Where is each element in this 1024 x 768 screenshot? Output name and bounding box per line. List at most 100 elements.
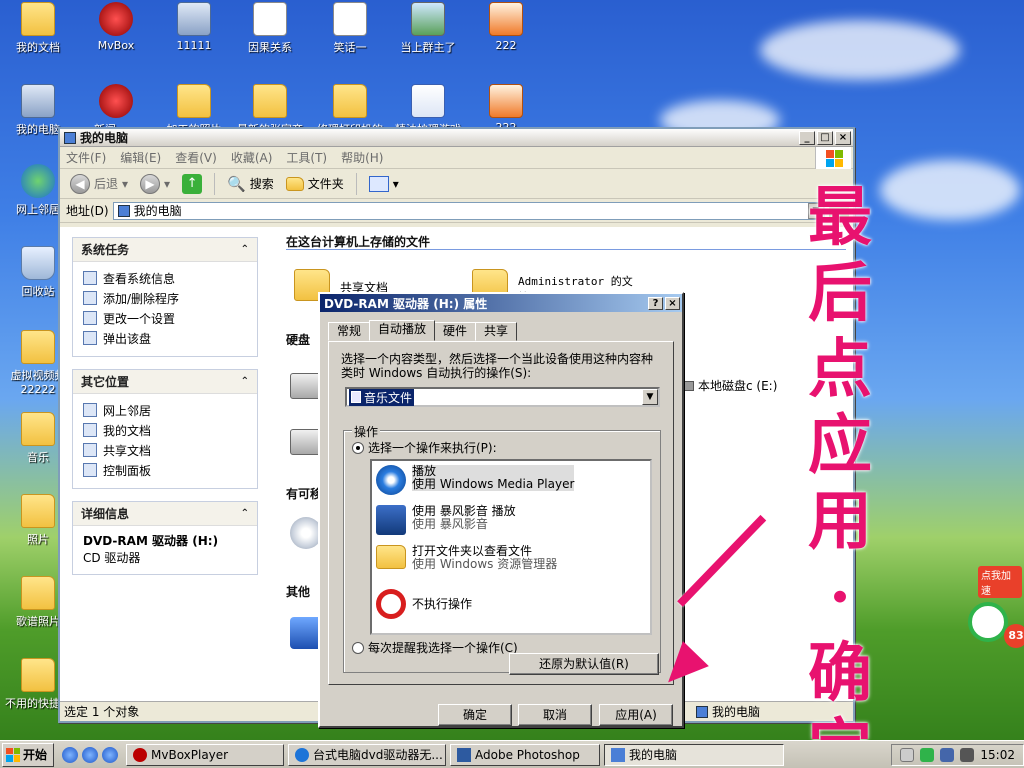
collapse-icon[interactable]: ⌃ — [241, 376, 249, 387]
address-bar: 地址(D) 我的电脑 ▼ ➜ — [60, 199, 853, 223]
action-subtitle: 使用 暴风影音 — [412, 517, 488, 531]
back-label: 后退 — [94, 177, 119, 191]
status-location: 我的电脑 — [712, 705, 761, 719]
place-network[interactable]: 网上邻居 — [83, 400, 247, 420]
tab-autoplay[interactable]: 自动播放 — [369, 320, 436, 341]
tab-sharing[interactable]: 共享 — [475, 322, 518, 341]
folder-open-icon — [376, 545, 406, 569]
computer-icon — [696, 705, 708, 718]
start-label: 开始 — [23, 748, 48, 762]
desktop-icon[interactable]: 我的文档 — [0, 2, 76, 55]
action-play-wmp[interactable]: 播放 使用 Windows Media Player — [376, 465, 575, 495]
radio-select-action[interactable]: 选择一个操作来执行(P): — [352, 439, 497, 456]
task-add-remove-programs[interactable]: 添加/删除程序 — [83, 288, 247, 308]
task-browser[interactable]: 台式电脑dvd驱动器无... — [288, 743, 446, 766]
folders-button[interactable]: 文件夹 — [282, 173, 348, 194]
help-button[interactable]: ? — [648, 296, 663, 310]
folder-icon — [333, 84, 367, 118]
content-type-instruction: 选择一个内容类型，然后选择一个当此设备使用这种内容种类时 Windows 自动执… — [341, 352, 654, 380]
speedup-gadget[interactable]: 点我加速 83 — [964, 566, 1024, 656]
collapse-icon[interactable]: ⌃ — [241, 508, 249, 519]
properties-dialog: DVD-RAM 驱动器 (H:) 属性 ? × 常规 自动播放 硬件 共享 选择… — [318, 292, 684, 728]
maximize-button[interactable]: □ — [817, 130, 833, 145]
cancel-button[interactable]: 取消 — [518, 704, 592, 726]
drive-local-e[interactable]: 本地磁盘c (E:) — [682, 377, 777, 394]
action-title: 不执行操作 — [412, 596, 473, 611]
clock[interactable]: 15:02 — [980, 748, 1015, 762]
desktop-icon[interactable]: 当上群主了 — [390, 2, 466, 55]
task-change-setting[interactable]: 更改一个设置 — [83, 308, 247, 328]
ok-button[interactable]: 确定 — [438, 704, 512, 726]
network-icon[interactable] — [920, 747, 935, 762]
address-input[interactable]: 我的电脑 ▼ — [112, 201, 825, 220]
net-icon — [21, 164, 55, 198]
place-my-documents[interactable]: 我的文档 — [83, 420, 247, 440]
task-eject-disk[interactable]: 弹出该盘 — [83, 328, 247, 348]
content-type-select[interactable]: 音乐文件 ▼ — [345, 387, 660, 407]
action-play-baofeng[interactable]: 使用 暴风影音 播放 使用 暴风影音 — [376, 505, 516, 535]
task-mvboxplayer[interactable]: MvBoxPlayer — [126, 743, 284, 766]
folder-icon — [253, 84, 287, 118]
desktop-icon[interactable]: 因果关系 — [232, 2, 308, 55]
folder-icon — [83, 443, 97, 457]
menu-favorites[interactable]: 收藏(A) — [231, 149, 273, 166]
action-no-action[interactable]: 不执行操作 — [376, 589, 472, 619]
desktop-icon[interactable]: 222 — [468, 2, 544, 52]
windows-logo-icon — [815, 147, 851, 169]
menu-view[interactable]: 查看(V) — [175, 149, 217, 166]
dialog-titlebar[interactable]: DVD-RAM 驱动器 (H:) 属性 ? × — [320, 294, 682, 312]
minimize-button[interactable]: _ — [799, 130, 815, 145]
apply-button[interactable]: 应用(A) — [599, 704, 673, 726]
place-control-panel[interactable]: 控制面板 — [83, 460, 247, 480]
menu-edit[interactable]: 编辑(E) — [120, 149, 161, 166]
video-player-icon — [376, 505, 406, 535]
task-photoshop[interactable]: Adobe Photoshop — [450, 743, 600, 766]
radio-prompt-each-time[interactable]: 每次提醒我选择一个操作(C) — [352, 639, 518, 656]
menu-tools[interactable]: 工具(T) — [286, 149, 327, 166]
up-button[interactable]: ↑ — [178, 172, 206, 196]
monitor-icon[interactable] — [940, 747, 955, 762]
task-view-system-info[interactable]: 查看系统信息 — [83, 268, 247, 288]
close-button[interactable]: × — [835, 130, 851, 145]
network-icon — [83, 403, 97, 417]
collapse-icon[interactable]: ⌃ — [241, 244, 249, 255]
tab-general[interactable]: 常规 — [328, 322, 371, 341]
back-button[interactable]: ◀ 后退 ▾ — [66, 172, 132, 196]
system-tasks-header[interactable]: 系统任务 ⌃ — [73, 238, 257, 262]
tab-hardware[interactable]: 硬件 — [434, 322, 477, 341]
explorer-titlebar[interactable]: 我的电脑 _ □ × — [60, 129, 853, 147]
action-subtitle: 使用 Windows Media Player — [412, 477, 575, 491]
restore-defaults-button[interactable]: 还原为默认值(R) — [509, 653, 659, 675]
menu-help[interactable]: 帮助(H) — [341, 149, 383, 166]
task-my-computer[interactable]: 我的电脑 — [604, 743, 784, 766]
action-open-folder[interactable]: 打开文件夹以查看文件 使用 Windows 资源管理器 — [376, 545, 557, 571]
views-button[interactable]: ▾ — [365, 174, 403, 194]
toolbar-separator — [214, 172, 216, 195]
volume-icon[interactable] — [960, 747, 975, 762]
details-name: DVD-RAM 驱动器 (H:) — [83, 534, 219, 548]
search-button[interactable]: 🔍 搜索 — [223, 173, 278, 195]
back-arrow-icon: ◀ — [70, 173, 90, 194]
place-label: 控制面板 — [103, 463, 152, 478]
desktop-icon[interactable]: MvBox — [78, 2, 154, 52]
desktop-icon-label: 11111 — [176, 39, 212, 52]
place-shared-documents[interactable]: 共享文档 — [83, 440, 247, 460]
browser-icon[interactable] — [102, 746, 118, 763]
instruction-annotation: 最后点应用·确定 — [808, 180, 872, 768]
other-places-header[interactable]: 其它位置 ⌃ — [73, 370, 257, 394]
start-button[interactable]: 开始 — [2, 742, 54, 767]
close-button[interactable]: × — [665, 296, 680, 310]
menubar: 文件(F) 编辑(E) 查看(V) 收藏(A) 工具(T) 帮助(H) — [60, 147, 853, 169]
mvbox-icon — [133, 747, 147, 762]
details-header[interactable]: 详细信息 ⌃ — [73, 502, 257, 526]
no-entry-icon — [376, 589, 406, 619]
desktop-icon[interactable]: 11111 — [156, 2, 232, 52]
forward-button[interactable]: ▶ ▾ — [136, 172, 174, 196]
chevron-down-icon[interactable]: ▼ — [642, 389, 658, 405]
desktop-icon[interactable]: 笑话一 — [312, 2, 388, 55]
folder-icon — [21, 412, 55, 446]
ie-icon[interactable] — [82, 746, 98, 763]
keyboard-icon[interactable] — [900, 747, 915, 762]
desktop-icon[interactable] — [62, 746, 78, 763]
menu-file[interactable]: 文件(F) — [66, 149, 106, 166]
